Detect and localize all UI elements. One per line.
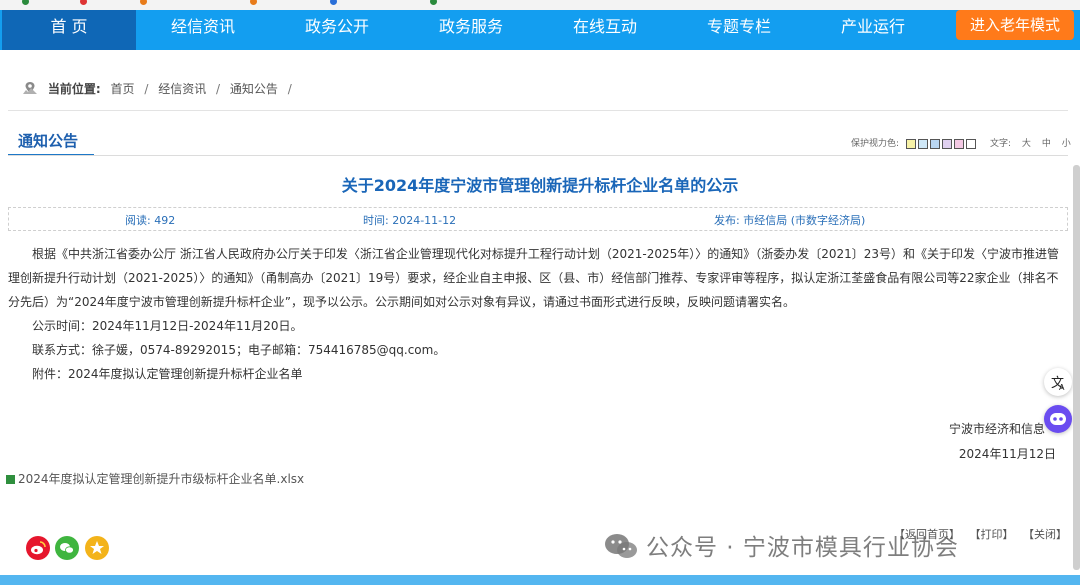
bookmark-item[interactable]	[140, 0, 150, 7]
publish-time: 时间: 2024-11-12	[363, 214, 457, 227]
eye-care-swatch-lightblue[interactable]	[917, 138, 928, 149]
article-meta: 阅读: 492 时间: 2024-11-12 发布: 市经信局 (市数字经济局)	[8, 207, 1068, 231]
signature: 宁波市经济和信息	[948, 422, 1045, 436]
paragraph: 公示时间：2024年11月12日-2024年11月20日。	[32, 319, 303, 333]
eye-care-swatch-lavender[interactable]	[941, 138, 952, 149]
nav-item-gov-open[interactable]: 政务公开	[270, 10, 404, 50]
translate-icon[interactable]: 文A	[1044, 368, 1072, 396]
excel-file-icon	[6, 475, 15, 484]
publisher: 发布: 市经信局 (市数字经济局)	[714, 214, 866, 227]
attachment-name: 2024年度拟认定管理创新提升市级标杆企业名单.xlsx	[18, 472, 305, 486]
font-size-control: 文字: 大 中 小	[990, 136, 1071, 149]
eye-care-colors: 保护视力色:	[851, 136, 976, 149]
signature-date: 2024年11月12日	[958, 447, 1056, 461]
bookmark-item[interactable]	[330, 0, 340, 7]
font-size-small[interactable]: 小	[1062, 139, 1071, 149]
footer-bar	[0, 575, 1080, 585]
watermark: 公众号 · 宁波市模具行业协会	[604, 528, 959, 566]
bookmark-item[interactable]	[250, 0, 260, 7]
nav-item-interaction[interactable]: 在线互动	[538, 10, 672, 50]
elder-mode-button[interactable]: 进入老年模式	[956, 10, 1074, 40]
bookmark-item[interactable]	[80, 0, 90, 7]
bookmark-item[interactable]	[430, 0, 440, 7]
wechat-icon[interactable]	[55, 536, 79, 560]
assistant-icon[interactable]	[1044, 405, 1072, 433]
divider	[8, 110, 1068, 111]
nav-item-industry[interactable]: 产业运行	[806, 10, 940, 50]
paragraph: 附件：2024年度拟认定管理创新提升标杆企业名单	[32, 367, 303, 381]
print-link[interactable]: 【打印】	[970, 528, 1014, 541]
wechat-watermark-icon	[604, 532, 638, 566]
qzone-icon[interactable]	[85, 536, 109, 560]
nav-item-gov-service[interactable]: 政务服务	[404, 10, 538, 50]
weibo-icon[interactable]	[26, 536, 50, 560]
article-body: 根据《中共浙江省委办公厅 浙江省人民政府办公厅关于印发〈浙江省企业管理现代化对标…	[8, 242, 1070, 386]
eye-care-swatch-blue[interactable]	[929, 138, 940, 149]
svg-text:A: A	[1059, 383, 1065, 392]
eye-care-swatch-pink[interactable]	[953, 138, 964, 149]
breadcrumb-notice[interactable]: 通知公告	[230, 82, 278, 96]
nav-item-news[interactable]: 经信资讯	[136, 10, 270, 50]
attachment-link[interactable]: 2024年度拟认定管理创新提升市级标杆企业名单.xlsx	[6, 470, 304, 487]
bookmark-item[interactable]	[22, 0, 32, 7]
breadcrumb-label: 当前位置:	[47, 82, 101, 96]
breadcrumb-home[interactable]: 首页	[110, 82, 134, 96]
eye-care-swatch-white[interactable]	[965, 138, 976, 149]
bookmark-bar	[0, 0, 1080, 10]
nav-item-special[interactable]: 专题专栏	[672, 10, 806, 50]
read-count: 阅读: 492	[125, 214, 176, 227]
paragraph: 根据《中共浙江省委办公厅 浙江省人民政府办公厅关于印发〈浙江省企业管理现代化对标…	[8, 247, 1060, 309]
scrollbar[interactable]	[1073, 165, 1080, 570]
article-title: 关于2024年度宁波市管理创新提升标杆企业名单的公示	[341, 176, 739, 195]
eye-care-label: 保护视力色:	[851, 139, 900, 149]
font-size-label: 文字:	[990, 139, 1012, 149]
breadcrumb-news[interactable]: 经信资讯	[158, 82, 206, 96]
location-pin-icon	[22, 81, 38, 98]
main-nav: 首 页 经信资讯 政务公开 政务服务 在线互动 专题专栏 产业运行 进入老年模式	[0, 10, 1080, 50]
font-size-medium[interactable]: 中	[1042, 139, 1051, 149]
font-size-large[interactable]: 大	[1022, 139, 1031, 149]
breadcrumb: 当前位置: 首页 / 经信资讯 / 通知公告 /	[22, 80, 298, 98]
paragraph: 联系方式：徐子媛，0574-89292015；电子邮箱：754416785@qq…	[32, 343, 446, 357]
nav-item-home[interactable]: 首 页	[2, 10, 136, 50]
section-title: 通知公告	[18, 132, 79, 150]
watermark-text: 公众号 · 宁波市模具行业协会	[646, 535, 959, 561]
divider	[8, 155, 1068, 156]
eye-care-swatch-yellow[interactable]	[905, 138, 916, 149]
close-link[interactable]: 【关闭】	[1023, 528, 1067, 541]
